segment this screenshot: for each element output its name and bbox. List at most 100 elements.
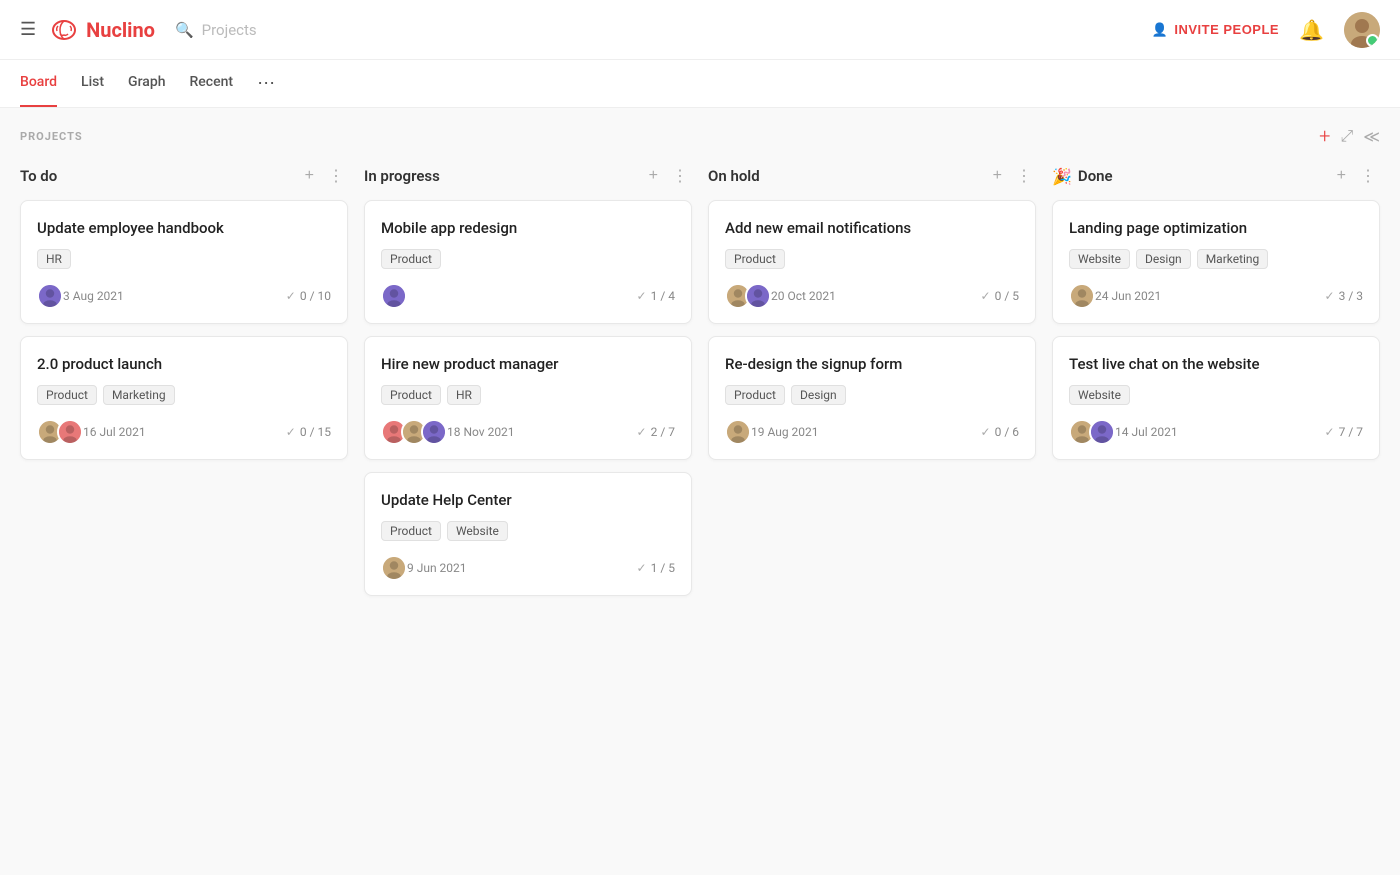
user-avatar[interactable] <box>1344 12 1380 48</box>
tag[interactable]: Product <box>381 249 441 269</box>
card-tags: Product Marketing <box>37 385 331 405</box>
card-tags: Website <box>1069 385 1363 405</box>
progress-text: 0 / 10 <box>300 289 331 303</box>
logo[interactable]: Nuclino <box>50 16 155 44</box>
header: ☰ Nuclino 🔍 Projects 👤 INVITE PEOPLE 🔔 <box>0 0 1400 60</box>
tag[interactable]: Design <box>1136 249 1191 269</box>
card[interactable]: Update employee handbook HR 3 Aug 2021✓ 0… <box>20 200 348 324</box>
card[interactable]: Test live chat on the websiteWebsite 14 … <box>1052 336 1380 460</box>
card-footer: 3 Aug 2021✓ 0 / 10 <box>37 283 331 309</box>
progress-text: 3 / 3 <box>1339 289 1363 303</box>
column-more-button[interactable]: ⋮ <box>324 164 348 188</box>
column-more-button[interactable]: ⋮ <box>668 164 692 188</box>
card-progress: ✓ 1 / 4 <box>637 289 675 303</box>
card-progress: ✓ 2 / 7 <box>637 425 675 439</box>
avatar-group <box>725 419 745 445</box>
column-title: On hold <box>708 167 983 185</box>
avatar-group <box>381 283 401 309</box>
card-progress: ✓ 1 / 5 <box>637 561 675 575</box>
check-icon: ✓ <box>981 289 991 303</box>
avatar <box>421 419 447 445</box>
card-footer: 20 Oct 2021✓ 0 / 5 <box>725 283 1019 309</box>
column-more-button[interactable]: ⋮ <box>1356 164 1380 188</box>
progress-text: 0 / 15 <box>300 425 331 439</box>
column-add-button[interactable]: + <box>645 165 662 187</box>
avatar-group <box>1069 283 1089 309</box>
tag[interactable]: Product <box>37 385 97 405</box>
search-bar[interactable]: 🔍 Projects <box>175 21 257 39</box>
tag[interactable]: Marketing <box>1197 249 1269 269</box>
tag[interactable]: HR <box>447 385 481 405</box>
card[interactable]: 2.0 product launchProductMarketing 16 Ju… <box>20 336 348 460</box>
column-title: To do <box>20 167 295 185</box>
check-icon: ✓ <box>1325 289 1335 303</box>
column-actions: +⋮ <box>989 164 1036 188</box>
board-area: PROJECTS + ⤢ ≪ To do+⋮Update employee ha… <box>0 108 1400 875</box>
card-tags: Website Design Marketing <box>1069 249 1363 269</box>
card-tags: Product Design <box>725 385 1019 405</box>
avatar-group <box>37 283 57 309</box>
card-progress: ✓ 3 / 3 <box>1325 289 1363 303</box>
avatar <box>57 419 83 445</box>
tag[interactable]: Website <box>1069 385 1130 405</box>
tag[interactable]: Website <box>1069 249 1130 269</box>
card-meta: 9 Jun 2021 <box>381 555 467 581</box>
card[interactable]: Update Help Center Product Website 9 Jun 2… <box>364 472 692 596</box>
card-meta: 19 Aug 2021 <box>725 419 819 445</box>
column-header: On hold+⋮ <box>708 164 1036 188</box>
card-date: 20 Oct 2021 <box>771 289 836 303</box>
card-title: Mobile app redesign <box>381 219 675 237</box>
card[interactable]: Mobile app redesign Product ✓ 1 / 4 <box>364 200 692 324</box>
tag[interactable]: Product <box>381 521 441 541</box>
hamburger-icon[interactable]: ☰ <box>20 19 36 40</box>
card-meta: 24 Jun 2021 <box>1069 283 1161 309</box>
progress-text: 7 / 7 <box>1339 425 1363 439</box>
card-footer: 19 Aug 2021✓ 0 / 6 <box>725 419 1019 445</box>
column-add-button[interactable]: + <box>1333 165 1350 187</box>
card-meta <box>381 283 401 309</box>
card-footer: 24 Jun 2021 ✓ 3 / 3 <box>1069 283 1363 309</box>
tag[interactable]: Product <box>725 249 785 269</box>
notification-bell-icon[interactable]: 🔔 <box>1299 18 1324 42</box>
tag[interactable]: Design <box>791 385 846 405</box>
invite-people-button[interactable]: 👤 INVITE PEOPLE <box>1152 22 1279 38</box>
tabs-more-icon[interactable]: ⋯ <box>257 73 275 94</box>
tag[interactable]: Marketing <box>103 385 175 405</box>
column-inprogress: In progress+⋮Mobile app redesignProduct … <box>364 164 692 608</box>
card[interactable]: Landing page optimizationWebsiteDesignMa… <box>1052 200 1380 324</box>
board-section-label: PROJECTS <box>20 130 83 143</box>
avatar <box>381 283 407 309</box>
card-title: Hire new product manager <box>381 355 675 373</box>
progress-text: 1 / 5 <box>651 561 675 575</box>
tab-board[interactable]: Board <box>20 60 57 107</box>
card-tags: Product <box>725 249 1019 269</box>
card-title: Update Help Center <box>381 491 675 509</box>
check-icon: ✓ <box>637 289 647 303</box>
column-title: Done <box>1078 167 1327 185</box>
card-tags: HR <box>37 249 331 269</box>
column-add-button[interactable]: + <box>989 165 1006 187</box>
card[interactable]: Hire new product managerProductHR 18 Nov… <box>364 336 692 460</box>
card-title: Test live chat on the website <box>1069 355 1363 373</box>
avatar <box>725 419 751 445</box>
invite-icon: 👤 <box>1152 22 1169 38</box>
card-meta: 16 Jul 2021 <box>37 419 146 445</box>
column-add-button[interactable]: + <box>301 165 318 187</box>
add-column-icon[interactable]: + <box>1319 124 1330 148</box>
tab-list[interactable]: List <box>81 60 104 107</box>
tab-graph[interactable]: Graph <box>128 60 165 107</box>
tag[interactable]: Website <box>447 521 508 541</box>
tag[interactable]: Product <box>381 385 441 405</box>
column-more-button[interactable]: ⋮ <box>1012 164 1036 188</box>
card-tags: Product <box>381 249 675 269</box>
expand-icon[interactable]: ⤢ <box>1340 126 1353 146</box>
collapse-icon[interactable]: ≪ <box>1363 127 1380 146</box>
card[interactable]: Re-design the signup formProductDesign 1… <box>708 336 1036 460</box>
card-footer: ✓ 1 / 4 <box>381 283 675 309</box>
card[interactable]: Add new email notificationsProduct 20 Oc… <box>708 200 1036 324</box>
tag[interactable]: HR <box>37 249 71 269</box>
tag[interactable]: Product <box>725 385 785 405</box>
tab-recent[interactable]: Recent <box>189 60 233 107</box>
avatar <box>381 555 407 581</box>
card-title: Update employee handbook <box>37 219 331 237</box>
